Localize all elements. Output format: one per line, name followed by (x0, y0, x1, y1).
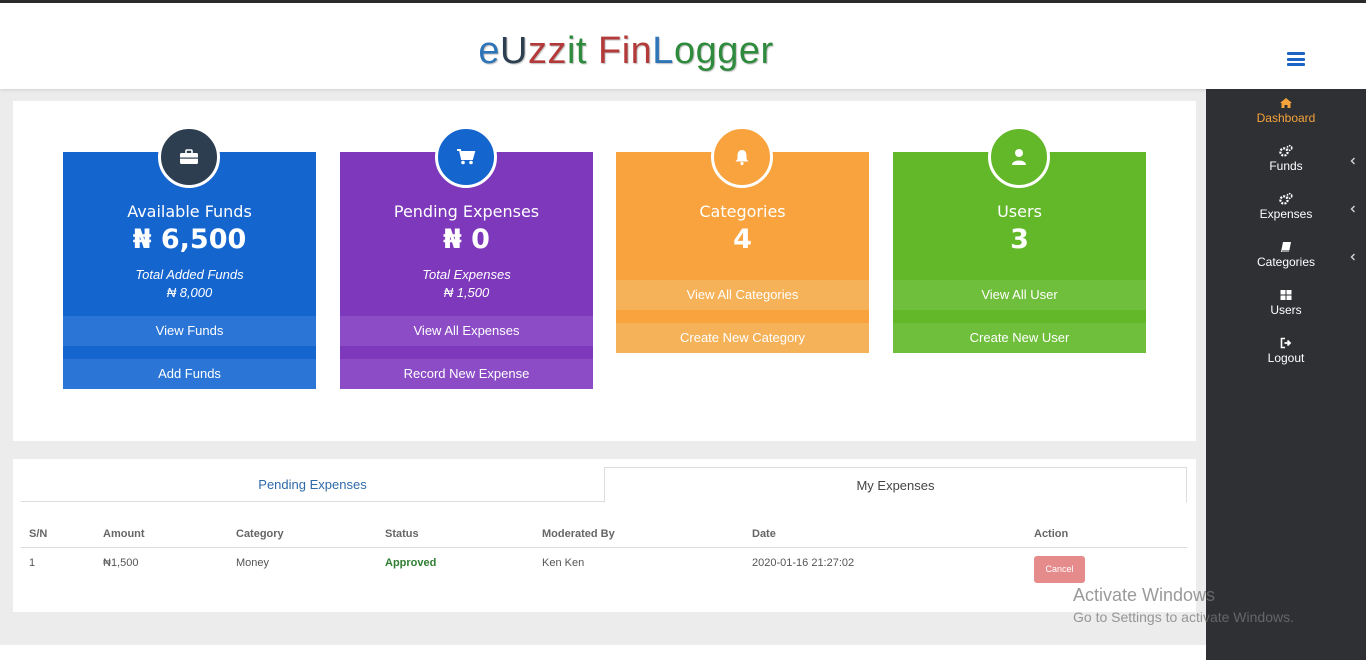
users-icon-circle (988, 126, 1050, 188)
cell-sn: 1 (29, 557, 36, 569)
cell-date: 2020-01-16 21:27:02 (752, 557, 855, 569)
card-value: 3 (1010, 224, 1029, 255)
sidebar-item-users[interactable]: Users (1206, 288, 1366, 332)
card-sub-label: Total Expenses (422, 267, 511, 282)
cogs-icon (1279, 192, 1293, 205)
table-header-divider (21, 547, 1187, 548)
cart-icon (457, 149, 476, 165)
header: eUzzit FinLogger (0, 3, 1366, 89)
expenses-icon-circle (435, 126, 497, 188)
card-title: Users (997, 202, 1042, 221)
sidebar: Dashboard Funds Expenses Categories User… (1206, 89, 1366, 660)
column-header-moderated-by: Moderated By (542, 528, 615, 540)
cell-moderated-by: Ken Ken (542, 557, 585, 569)
users-card-body: Users 3 (893, 126, 1146, 280)
cell-category: Money (236, 557, 270, 569)
column-header-category: Category (236, 528, 284, 540)
tab-bar: Pending Expenses My Expenses (21, 467, 1187, 503)
brand-part: e (478, 30, 500, 72)
bell-icon (735, 150, 749, 166)
chevron-left-icon (1350, 205, 1356, 213)
card-sub-value: ₦ 8,000 (166, 285, 213, 300)
cell-amount: ₦1,500 (103, 557, 139, 569)
grid-icon (1280, 290, 1292, 300)
sidebar-item-label: Categories (1256, 255, 1316, 269)
home-icon (1280, 98, 1292, 108)
column-header-sn: S/N (29, 528, 48, 540)
create-new-user-button[interactable]: Create New User (893, 323, 1146, 353)
view-all-categories-button[interactable]: View All Categories (616, 280, 869, 310)
card-value: 4 (733, 224, 752, 255)
sidebar-item-expenses[interactable]: Expenses (1206, 192, 1366, 236)
briefcase-icon (180, 149, 198, 164)
expenses-card-body: Pending Expenses ₦ 0 Total Expenses ₦ 1,… (340, 126, 593, 300)
categories-card: Categories 4 View All Categories Create … (616, 126, 869, 353)
stats-panel: Available Funds ₦ 6,500 Total Added Fund… (13, 101, 1196, 441)
funds-icon-circle (158, 126, 220, 188)
brand-part: it (566, 30, 598, 72)
card-sub-value: ₦ 1,500 (443, 285, 490, 300)
card-title: Pending Expenses (393, 202, 540, 221)
footer-strip (0, 645, 1206, 660)
logout-icon (1280, 337, 1292, 349)
sidebar-item-label: Logout (1267, 351, 1305, 365)
column-header-action: Action (1034, 528, 1069, 540)
expenses-panel: Pending Expenses My Expenses S/N Amount … (13, 459, 1196, 612)
column-header-status: Status (385, 528, 419, 540)
menu-toggle-icon[interactable] (1287, 52, 1305, 66)
categories-icon-circle (711, 126, 773, 188)
cogs-icon (1279, 144, 1293, 157)
sidebar-item-categories[interactable]: Categories (1206, 240, 1366, 284)
funds-card-body: Available Funds ₦ 6,500 Total Added Fund… (63, 126, 316, 300)
view-funds-button[interactable]: View Funds (63, 316, 316, 346)
sidebar-item-funds[interactable]: Funds (1206, 144, 1366, 188)
book-icon (1281, 242, 1291, 252)
view-all-user-button[interactable]: View All User (893, 280, 1146, 310)
sidebar-item-label: Users (1270, 303, 1302, 317)
categories-card-body: Categories 4 (616, 126, 869, 280)
brand-part: U (499, 30, 528, 72)
brand-part: zz (527, 30, 567, 72)
card-sub-label: Total Added Funds (135, 267, 244, 282)
activate-windows-title: Activate Windows (1073, 585, 1216, 605)
brand-part: ogger (673, 30, 774, 72)
cancel-button[interactable]: Cancel (1034, 556, 1085, 583)
card-value: ₦ 0 (443, 224, 490, 255)
sidebar-item-label: Dashboard (1256, 111, 1316, 125)
expenses-card: Pending Expenses ₦ 0 Total Expenses ₦ 1,… (340, 126, 593, 389)
activate-windows-subtitle: Go to Settings to activate Windows. (1073, 609, 1294, 625)
tab-pending-expenses[interactable]: Pending Expenses (21, 467, 604, 502)
card-value: ₦ 6,500 (132, 224, 247, 255)
app-title: eUzzit FinLogger (0, 30, 1252, 73)
user-icon (1012, 149, 1026, 165)
status-badge: Approved (385, 557, 437, 569)
column-header-date: Date (752, 528, 776, 540)
tab-my-expenses[interactable]: My Expenses (604, 467, 1187, 503)
add-funds-button[interactable]: Add Funds (63, 359, 316, 389)
chevron-left-icon (1350, 157, 1356, 165)
card-title: Available Funds (127, 202, 252, 221)
brand-part: L (652, 30, 674, 72)
column-header-amount: Amount (103, 528, 145, 540)
create-new-category-button[interactable]: Create New Category (616, 323, 869, 353)
card-title: Categories (699, 202, 786, 221)
sidebar-item-logout[interactable]: Logout (1206, 336, 1366, 380)
brand-part: Fin (598, 30, 653, 72)
sidebar-item-label: Funds (1269, 159, 1303, 173)
record-new-expense-button[interactable]: Record New Expense (340, 359, 593, 389)
sidebar-item-label: Expenses (1259, 207, 1313, 221)
funds-card: Available Funds ₦ 6,500 Total Added Fund… (63, 126, 316, 389)
view-all-expenses-button[interactable]: View All Expenses (340, 316, 593, 346)
chevron-left-icon (1350, 253, 1356, 261)
sidebar-item-dashboard[interactable]: Dashboard (1206, 96, 1366, 140)
users-card: Users 3 View All User Create New User (893, 126, 1146, 353)
